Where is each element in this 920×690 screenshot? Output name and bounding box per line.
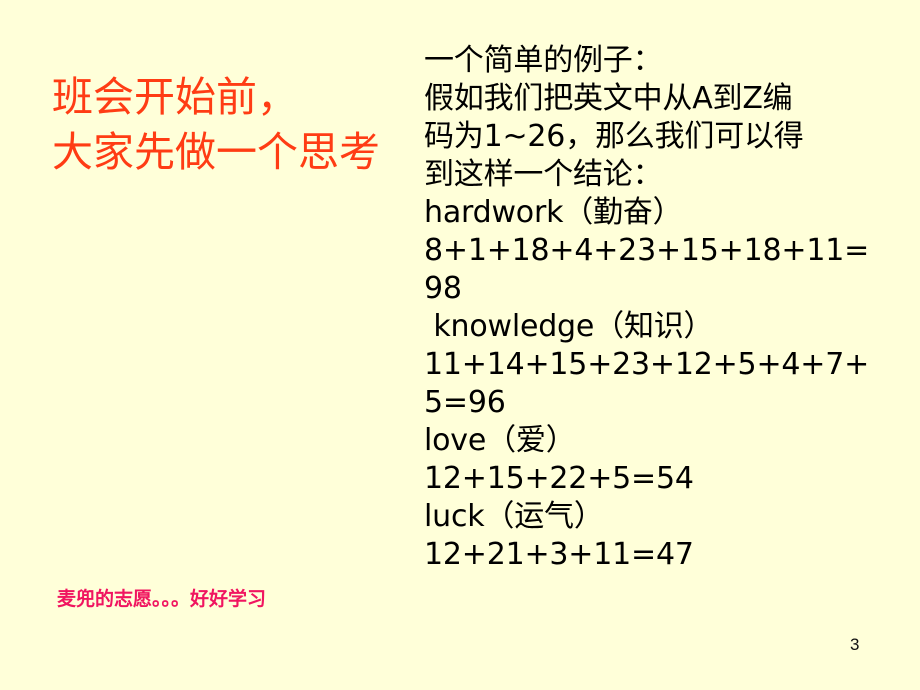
body-line-12: 12+15+22+5=54 (424, 461, 694, 496)
slide-body-text: 一个简单的例子： 假如我们把英文中从A到Z编 码为1~26，那么我们可以得 到这… (424, 42, 914, 574)
title-line-2: 大家先做一个思考 (52, 128, 380, 176)
body-line-5: hardwork（勤奋） (424, 195, 683, 230)
slide-subtitle: 麦兜的志愿。。。好好学习 (57, 586, 397, 612)
body-line-8: knowledge（知识） (424, 309, 714, 344)
body-line-14: 12+21+3+11=47 (424, 537, 694, 572)
body-line-9: 11+14+15+23+12+5+4+7+ (424, 347, 870, 382)
body-line-6: 8+1+18+4+23+15+18+11= (424, 233, 870, 268)
subtitle-text: 麦兜的志愿。。。好好学习 (57, 588, 267, 610)
body-line-3: 码为1~26，那么我们可以得 (424, 119, 804, 154)
slide-title: 班会开始前， 大家先做一个思考 (52, 70, 430, 180)
body-line-7: 98 (424, 271, 462, 306)
title-line-1: 班会开始前， (52, 73, 298, 121)
body-line-11: love（爱） (424, 423, 576, 458)
presentation-slide: 班会开始前， 大家先做一个思考 麦兜的志愿。。。好好学习 一个简单的例子： 假如… (0, 0, 920, 690)
body-line-1: 一个简单的例子： (424, 43, 663, 78)
body-line-2: 假如我们把英文中从A到Z编 (424, 81, 793, 116)
body-line-4: 到这样一个结论： (424, 157, 663, 192)
body-line-10: 5=96 (424, 385, 506, 420)
body-line-13: luck（运气） (424, 499, 604, 534)
slide-number: 3 (850, 635, 860, 654)
